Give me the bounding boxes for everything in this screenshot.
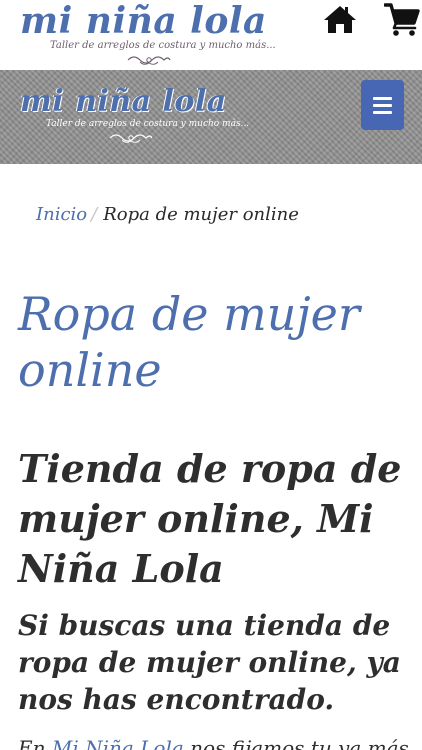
breadcrumb: Inicio / Ropa de mujer online xyxy=(36,202,299,228)
breadcrumb-home-link[interactable]: Inicio xyxy=(36,204,87,225)
breadcrumb-current: Ropa de mujer online xyxy=(103,204,299,225)
menu-toggle-button[interactable] xyxy=(361,80,404,130)
intro-paragraph: En Mi Niña Lola nos fijamos tu ya más xyxy=(18,734,418,750)
page-title: Ropa de mujer online xyxy=(18,287,360,397)
intro-prefix: En xyxy=(18,736,46,750)
shop-heading: Tienda de ropa de mujer online, Mi Niña … xyxy=(18,446,402,591)
banner-ornament-icon xyxy=(109,134,153,143)
intro-suffix: nos fijamos tu ya más xyxy=(190,736,409,750)
banner-logo-title: mi niña lola xyxy=(20,84,227,119)
sub-heading: Si buscas una tienda de ropa de mujer on… xyxy=(18,609,401,716)
banner-logo[interactable]: mi niña lola Taller de arreglos de costu… xyxy=(20,86,260,152)
logo-title: mi niña lola xyxy=(20,0,267,42)
site-logo[interactable]: mi niña lola Taller de arreglos de costu… xyxy=(20,2,282,68)
home-icon[interactable] xyxy=(323,4,357,34)
logo-tagline: Taller de arreglos de costura y mucho má… xyxy=(50,40,276,51)
banner-logo-tagline: Taller de arreglos de costura y mucho má… xyxy=(46,119,250,129)
ornament-icon xyxy=(127,56,171,65)
intro-link[interactable]: Mi Niña Lola xyxy=(52,736,184,750)
cart-icon[interactable] xyxy=(383,2,420,36)
header-banner: mi niña lola Taller de arreglos de costu… xyxy=(0,70,422,164)
breadcrumb-separator: / xyxy=(91,204,98,225)
top-bar: mi niña lola Taller de arreglos de costu… xyxy=(0,0,422,70)
